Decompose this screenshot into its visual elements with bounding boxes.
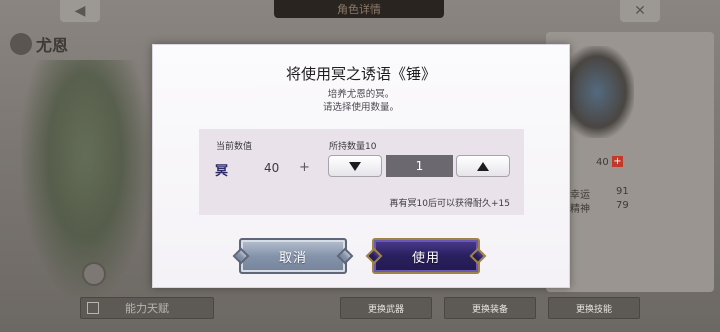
change-equipment-button[interactable]: 更换装备	[444, 297, 536, 319]
zoom-search-icon[interactable]	[82, 262, 106, 286]
use-label: 使用	[411, 250, 440, 266]
hero-portrait	[20, 60, 150, 300]
stat-add-button[interactable]: +	[612, 156, 623, 167]
stat-spirit-label: 精神	[570, 204, 590, 215]
ability-talent-button[interactable]: 能力天赋	[80, 297, 214, 319]
close-icon: ✕	[634, 3, 646, 19]
cancel-button[interactable]: 取消	[239, 238, 347, 274]
decrease-quantity-button[interactable]	[328, 155, 382, 177]
quantity-display: 1	[386, 155, 453, 177]
dialog-title: 将使用冥之诱语《锤》	[285, 65, 436, 83]
hero-name-label: 尤恩	[10, 32, 68, 56]
grid-icon	[87, 302, 99, 314]
stat-luck-value: 91	[616, 186, 629, 197]
hero-sprite	[560, 46, 634, 138]
bonus-hint: 再有冥10后可以获得耐久+15	[389, 199, 510, 209]
change-weapon-button[interactable]: 更换武器	[340, 297, 432, 319]
item-name: 冥	[215, 164, 229, 179]
stat-spirit-value: 79	[616, 200, 629, 211]
description-line-2: 请选择使用数量。	[322, 102, 399, 113]
plus-sign: +	[299, 160, 310, 175]
arrow-left-icon: ◀	[74, 3, 86, 19]
hero-name: 尤恩	[36, 36, 69, 55]
cancel-label: 取消	[278, 250, 307, 266]
stat-top-value: 40	[596, 157, 609, 168]
faction-emblem-icon	[10, 33, 32, 55]
stat-luck-label: 幸运	[570, 190, 590, 201]
owned-count-label: 所持数量10	[329, 142, 377, 152]
change-equipment-label: 更换装备	[471, 304, 508, 315]
screen-title: 角色详情	[274, 0, 444, 18]
use-button[interactable]: 使用	[372, 238, 480, 274]
dialog-description: 培养尤恩的冥。 请选择使用数量。	[153, 88, 569, 114]
ability-talent-label: 能力天赋	[125, 302, 169, 315]
change-skill-label: 更换技能	[575, 304, 612, 315]
close-button[interactable]: ✕	[620, 0, 660, 22]
use-item-dialog: 将使用冥之诱语《锤》 培养尤恩的冥。 请选择使用数量。 当前数值 所持数量10 …	[152, 44, 570, 288]
quantity-panel: 当前数值 所持数量10 冥 40 + 1 再有冥10后可以获得耐久+15	[199, 129, 524, 215]
current-value-label: 当前数值	[216, 142, 253, 152]
triangle-down-icon	[349, 161, 361, 171]
change-skill-button[interactable]: 更换技能	[548, 297, 640, 319]
triangle-up-icon	[477, 161, 489, 171]
increase-quantity-button[interactable]	[456, 155, 510, 177]
change-weapon-label: 更换武器	[367, 304, 404, 315]
current-value: 40	[264, 161, 280, 175]
description-line-1: 培养尤恩的冥。	[327, 89, 395, 100]
back-button[interactable]: ◀	[60, 0, 100, 22]
